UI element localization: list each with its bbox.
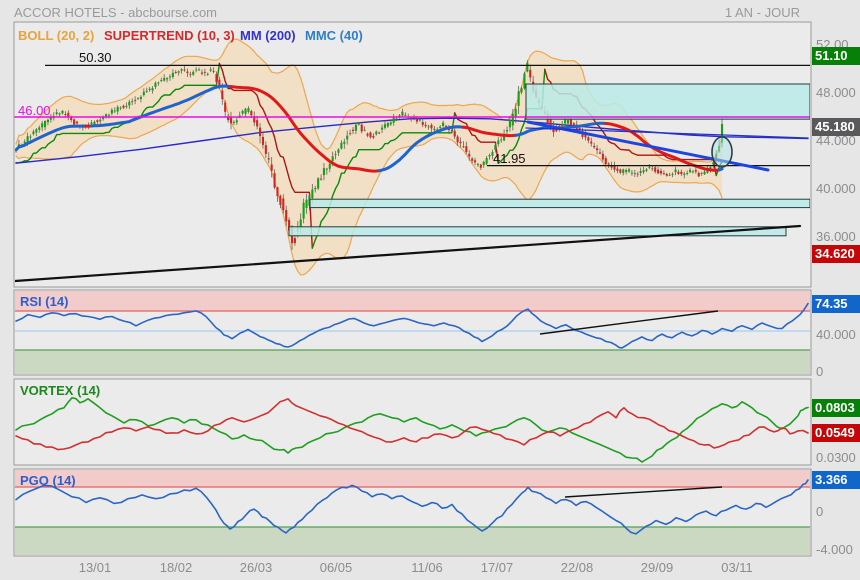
vortex-tick: 0.0300 <box>816 450 856 465</box>
price-tick: 48.000 <box>816 85 856 100</box>
date-tick[interactable]: 18/02 <box>160 560 193 575</box>
vortex-badge: 0.0803 <box>812 399 860 417</box>
level-label-46-00: 46.00 <box>18 103 51 118</box>
date-tick[interactable]: 11/06 <box>411 560 443 575</box>
level-label-50-30: 50.30 <box>79 50 112 65</box>
panel-title-rsi: RSI (14) <box>20 294 68 309</box>
price-tick: 36.000 <box>816 229 856 244</box>
date-tick[interactable]: 13/01 <box>79 560 112 575</box>
rsi-tick: 0 <box>816 364 823 379</box>
rsi-badge: 74.35 <box>812 295 860 313</box>
legend-item-supertrend[interactable]: SUPERTREND (10, 3) <box>104 28 235 43</box>
panel-title-pgo: PGO (14) <box>20 473 76 488</box>
vortex-badge: 0.0549 <box>812 424 860 442</box>
abcbourse-chart-page: ACCOR HOTELS - abcbourse.com 1 AN - JOUR… <box>0 0 860 580</box>
price-tick: 40.000 <box>816 181 856 196</box>
legend-item-mm[interactable]: MM (200) <box>240 28 296 43</box>
panel-title-vortex: VORTEX (14) <box>20 383 100 398</box>
date-tick[interactable]: 26/03 <box>240 560 273 575</box>
chart-canvas <box>0 0 860 580</box>
date-tick[interactable]: 06/05 <box>320 560 353 575</box>
date-tick[interactable]: 22/08 <box>561 560 594 575</box>
date-tick[interactable]: 03/11 <box>721 560 753 575</box>
rsi-tick: 40.000 <box>816 327 856 342</box>
date-tick[interactable]: 17/07 <box>481 560 514 575</box>
price-badge: 34.620 <box>812 245 860 263</box>
price-badge: 45.180 <box>812 118 860 136</box>
pgo-badge: 3.366 <box>812 471 860 489</box>
date-tick[interactable]: 29/09 <box>641 560 674 575</box>
pgo-tick: 0 <box>816 504 823 519</box>
price-badge: 51.10 <box>812 47 860 65</box>
level-label-41-95: 41.95 <box>493 151 526 166</box>
legend-item-mmc[interactable]: MMC (40) <box>305 28 363 43</box>
legend-item-boll[interactable]: BOLL (20, 2) <box>18 28 94 43</box>
pgo-tick: -4.000 <box>816 542 853 557</box>
